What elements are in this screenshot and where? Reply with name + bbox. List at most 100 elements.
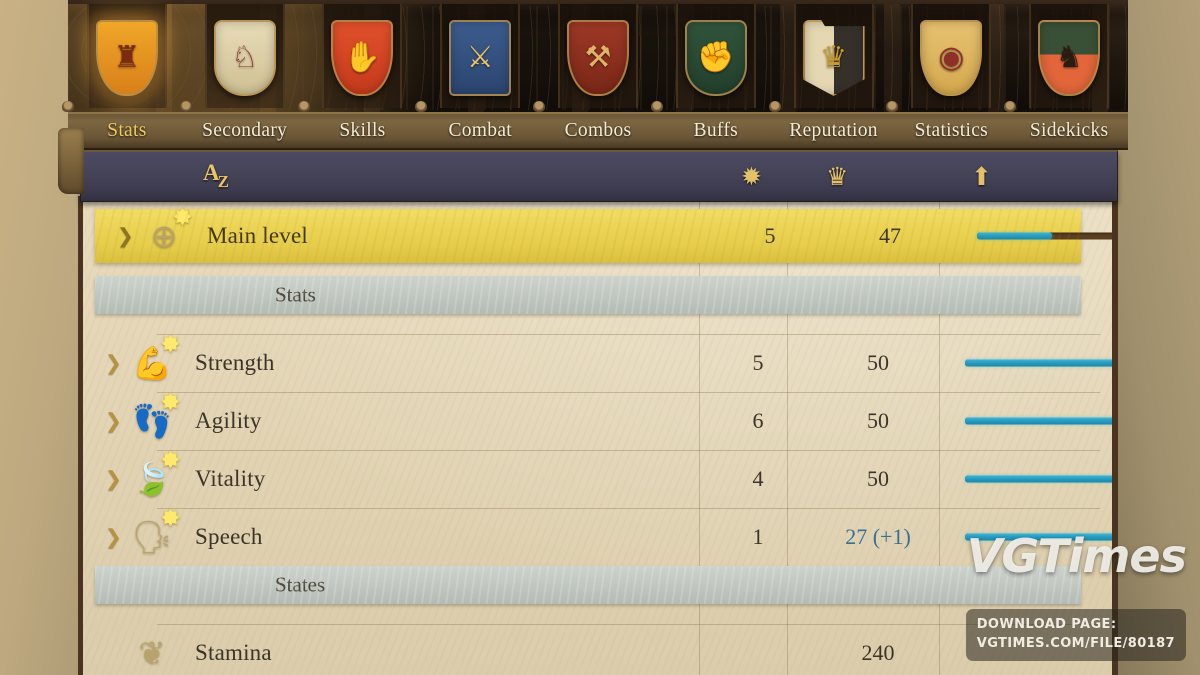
- wreath-heart-icon: ❦: [138, 635, 166, 671]
- vgtimes-watermark: VGTimes: [966, 529, 1187, 583]
- tab-reputation[interactable]: Reputation: [775, 120, 893, 142]
- crown-column-icon[interactable]: ♛: [826, 162, 848, 192]
- stat-row-strength[interactable]: ❯ 💪 Strength 5 50: [83, 334, 1112, 392]
- sort-letter-z: Z: [217, 172, 229, 191]
- stat-crown-value: 47: [879, 223, 901, 248]
- tab-combat[interactable]: Combat: [421, 120, 539, 142]
- tab-sidekicks[interactable]: Sidekicks: [1010, 120, 1128, 142]
- shield-emblem-glyph: ♛: [820, 41, 848, 74]
- download-page-label: DOWNLOAD PAGE:: [976, 617, 1117, 633]
- leaf-icon: 🍃: [125, 450, 180, 506]
- speaking-mouth-icon: 🗣: [125, 508, 180, 564]
- stat-name: Stamina: [195, 640, 272, 665]
- shield-emblem-glyph: ✋: [343, 41, 382, 74]
- stat-crown-value: 50: [867, 350, 889, 375]
- flexed-bicep-icon: 💪: [125, 334, 180, 390]
- stat-row-vitality[interactable]: ❯ 🍃 Vitality 4 50: [83, 450, 1112, 508]
- tab-shield-icons: ♜ ♘ ✋ ⚔ ⚒ ✊ ♛ ◉ ♞: [68, 4, 1128, 108]
- starburst-badge-icon: [161, 392, 180, 411]
- tab-stats[interactable]: Stats: [68, 120, 186, 142]
- tab-shield-combat[interactable]: ⚔: [421, 4, 539, 108]
- stat-name: Speech: [195, 524, 263, 549]
- shield-emblem-glyph: ⚒: [584, 41, 612, 74]
- section-label: Stats: [275, 282, 316, 307]
- section-label: States: [275, 572, 326, 597]
- stat-name: Main level: [207, 223, 308, 248]
- section-header-stats: Stats: [95, 276, 1081, 314]
- shield-emblem-glyph: ◉: [938, 41, 965, 74]
- expand-chevron-icon[interactable]: ❯: [105, 409, 122, 434]
- tab-shield-statistics[interactable]: ◉: [892, 4, 1010, 108]
- tab-shield-secondary[interactable]: ♘: [186, 4, 304, 108]
- row-divider: [157, 392, 1100, 393]
- winged-foot-icon: 👣: [125, 392, 180, 448]
- progress-bar-fill: [965, 417, 1112, 425]
- tab-label-row: Stats Secondary Skills Combat Combos Buffs Rep…: [68, 112, 1128, 150]
- shield-emblem-glyph: ♞: [1055, 41, 1083, 74]
- tab-shield-buffs[interactable]: ✊: [657, 4, 775, 108]
- progress-bar: [977, 232, 1112, 240]
- row-divider: [157, 624, 1100, 625]
- tab-shield-sidekicks[interactable]: ♞: [1010, 4, 1128, 108]
- section-header-states: States: [95, 566, 1081, 604]
- row-divider: [157, 508, 1100, 509]
- sort-header-bar: AZ ✹ ♛ ⬆: [80, 150, 1118, 202]
- stat-star-value: 5: [764, 223, 776, 248]
- corner-ornament: [58, 128, 84, 194]
- tab-buffs[interactable]: Buffs: [657, 120, 775, 142]
- progress-bar-fill: [965, 475, 1112, 483]
- starburst-badge-icon: [161, 334, 180, 353]
- download-page-note: DOWNLOAD PAGE: VGTIMES.COM/FILE/80187: [965, 609, 1186, 661]
- stats-list-sheet: ❯ ⊕ Main level 5 47 Stats ❯ 💪 Strength 5 50 ❯ 👣 Agili…: [78, 196, 1118, 675]
- shield-archer-cream: ♘: [213, 20, 276, 96]
- stat-row-speech[interactable]: ❯ 🗣 Speech 1 27 (+1): [83, 508, 1112, 566]
- arrow-column-icon[interactable]: ⬆: [971, 162, 992, 192]
- tab-bar: ♜ ♘ ✋ ⚔ ⚒ ✊ ♛ ◉ ♞ Stats Secondary Skills Combat Comb…: [62, 0, 1128, 150]
- shield-emblem-glyph: ♜: [113, 41, 141, 74]
- starburst-badge-icon: [173, 207, 192, 226]
- stat-crown-value: 27 (+1): [845, 524, 911, 549]
- tab-shield-stats[interactable]: ♜: [68, 4, 186, 108]
- sort-alphabetical-button[interactable]: AZ: [203, 160, 231, 191]
- shield-emblem-glyph: ♘: [231, 41, 259, 74]
- shield-sword-blue: ⚔: [449, 20, 512, 96]
- shield-hands-red: ✋: [331, 20, 394, 96]
- stat-row-main-level[interactable]: ❯ ⊕ Main level 5 47: [95, 207, 1112, 263]
- download-page-url: VGTIMES.COM/FILE/80187: [976, 636, 1175, 652]
- progress-bar-fill: [965, 359, 1112, 367]
- tab-shield-skills[interactable]: ✋: [304, 4, 422, 108]
- tab-shield-combos[interactable]: ⚒: [539, 4, 657, 108]
- stat-star-value: 6: [752, 408, 764, 433]
- tab-shield-reputation[interactable]: ♛: [775, 4, 893, 108]
- stat-crown-value: 50: [867, 466, 889, 491]
- expand-chevron-icon[interactable]: ❯: [105, 525, 122, 550]
- stat-row-stamina[interactable]: ❦ Stamina 240: [83, 624, 1112, 675]
- stat-crown-value: 50: [867, 408, 889, 433]
- stat-name: Strength: [195, 350, 275, 375]
- stat-row-agility[interactable]: ❯ 👣 Agility 6 50: [83, 392, 1112, 450]
- star-column-icon[interactable]: ✹: [741, 162, 762, 192]
- stat-star-value: 4: [752, 466, 764, 491]
- tab-statistics[interactable]: Statistics: [892, 120, 1010, 142]
- expand-chevron-icon[interactable]: ❯: [105, 467, 122, 492]
- tab-combos[interactable]: Combos: [539, 120, 657, 142]
- progress-bar: [965, 417, 1112, 425]
- tab-secondary[interactable]: Secondary: [186, 120, 304, 142]
- shield-emblem-glyph: ⚔: [466, 41, 494, 74]
- orb-cross-icon: ⊕: [137, 207, 192, 263]
- stat-crown-value: 240: [861, 640, 895, 665]
- shield-emblem-glyph: ✊: [697, 41, 735, 74]
- stat-star-value: 1: [752, 524, 764, 549]
- row-divider: [157, 450, 1100, 451]
- expand-chevron-icon[interactable]: ❯: [105, 351, 122, 376]
- shield-beast-orange: ♞: [1038, 20, 1101, 96]
- shield-knight-orange: ♜: [95, 20, 158, 96]
- shield-arm-dark-red: ⚒: [567, 20, 630, 96]
- row-divider: [157, 334, 1100, 335]
- starburst-badge-icon: [161, 508, 180, 527]
- expand-chevron-icon[interactable]: ❯: [117, 224, 134, 249]
- starburst-badge-icon: [161, 450, 180, 469]
- progress-bar: [965, 359, 1112, 367]
- stat-name: Agility: [195, 408, 262, 433]
- tab-skills[interactable]: Skills: [304, 120, 422, 142]
